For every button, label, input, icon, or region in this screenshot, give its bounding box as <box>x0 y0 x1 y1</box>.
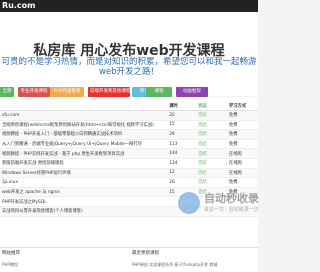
course-name[interactable]: Windows Server托管PHP运行环境 <box>0 168 168 179</box>
col-header-name <box>0 101 168 111</box>
course-status: 完结 <box>196 120 227 131</box>
table-row[interactable]: 视频教程 - PHP实例开发实战 - 基于 php 原生开发框架项目实战 144 完… <box>0 148 258 159</box>
course-lessons: 15 <box>167 120 197 131</box>
course-status: 完结 <box>196 177 227 188</box>
course-status: 完结 <box>196 168 227 179</box>
course-status: 完结 <box>196 139 227 150</box>
watermark-title: 自动秒收录 <box>204 192 259 205</box>
table-row[interactable]: 全网原创课程(wdimcms框架原创网站开发(html+css)和可视化 视频学… <box>0 120 258 131</box>
course-name[interactable]: PHP开发实战之MySQL <box>0 196 168 207</box>
course-method: 免费 <box>226 120 258 131</box>
course-name[interactable]: 实战项目从零开发简易博客(个人博客博客) <box>0 206 168 217</box>
footer-left-title: 网站推荐 <box>2 251 20 256</box>
footer-right-title: 最近更新课程 <box>132 251 159 256</box>
col-header-lessons: 课时 <box>167 101 197 111</box>
hero-section: 私房库 用心发布web开发课程 可贵的不是学习热情，而是对知识的积累，希望您可以… <box>0 12 258 97</box>
site-logo[interactable]: Ru.com <box>2 1 35 11</box>
filter-button-pro[interactable]: 专业开发课程 <box>18 87 50 97</box>
course-method: 在线购 <box>226 148 258 159</box>
col-header-status: 状态 <box>196 101 227 111</box>
course-lessons: 144 <box>167 148 197 159</box>
footer-right-link[interactable]: PHP原创 实战课程系列 基于thinkphp开发 商城 <box>132 262 217 268</box>
course-name[interactable]: web开发之 apache 与 nginx <box>0 187 168 198</box>
course-lessons: 29 <box>167 129 197 140</box>
course-name[interactable]: 全网原创课程(wdimcms框架原创网站开发(html+css)和可视化 视频学… <box>0 120 168 131</box>
course-status: 完结 <box>196 110 227 121</box>
course-lessons: 2G <box>167 177 197 188</box>
top-navbar: Ru.com <box>0 0 258 12</box>
col-header-method: 学习方式 <box>226 101 258 111</box>
filter-button-frontend[interactable]: 前端开发和其他课程 <box>88 87 130 97</box>
course-method: 免费 <box>226 177 258 188</box>
course-method: 在线购 <box>226 168 258 179</box>
course-lessons: 113 <box>167 139 197 150</box>
filter-button-all[interactable]: 全部 <box>0 87 14 97</box>
hero-subtitle: 可贵的不是学习热情，而是对知识的积累，希望您可以和我一起畅游web开发之路！ <box>1 57 257 77</box>
course-method: 在线购 <box>226 158 258 169</box>
filter-button-php-framework[interactable]: PHP开发框架 <box>50 87 84 97</box>
footer-left-link[interactable]: PHP教程 <box>2 262 18 268</box>
watermark: 自动秒收录 来访一次 · 自动收录一次 <box>178 192 259 232</box>
course-lessons: 134 <box>167 158 197 169</box>
course-status: 完结 <box>196 148 227 159</box>
table-row[interactable]: 与Linux 2G 完结 免费 <box>0 177 258 188</box>
course-method: 免费 <box>226 110 258 121</box>
watermark-subtitle: 来访一次 · 自动收录一次 <box>204 207 259 213</box>
watermark-logo-icon <box>178 192 200 214</box>
table-row[interactable]: 视频教程 - PHP开发入门 - 基础零基础小白到精通实战技术项目 29 完结 免费 <box>0 129 258 140</box>
course-method: 免费 <box>226 139 258 150</box>
filter-button-course[interactable]: 课程 <box>146 87 172 97</box>
course-status: 完结 <box>196 158 227 169</box>
course-lessons: 12 <box>167 168 197 179</box>
course-method: 免费 <box>226 129 258 140</box>
table-row[interactable]: Windows Server托管PHP运行环境 12 完结 在线购 <box>0 168 258 179</box>
course-lessons: 20 <box>167 110 197 121</box>
course-name[interactable]: 从入门到精通 - 后端专业级jQuery+jQuery UI+jQuery Mo… <box>0 139 168 150</box>
table-header-row: 课时 状态 学习方式 <box>0 101 258 111</box>
course-status: 完结 <box>196 129 227 140</box>
filter-button-animation[interactable]: 动画框架 <box>176 87 208 97</box>
table-row[interactable]: 从入门到精通 - 后端专业级jQuery+jQuery UI+jQuery Mo… <box>0 139 258 150</box>
course-name[interactable]: xfu.com <box>0 110 168 121</box>
course-name[interactable]: 视频教程 - PHP开发入门 - 基础零基础小白到精通实战技术项目 <box>0 129 168 140</box>
course-name[interactable]: 与Linux <box>0 177 168 188</box>
table-row[interactable]: 新版前端开发实战 原创前端课程 134 完结 在线购 <box>0 158 258 169</box>
course-name[interactable]: 新版前端开发实战 原创前端课程 <box>0 158 168 169</box>
course-name[interactable]: 视频教程 - PHP实例开发实战 - 基于 php 原生开发框架项目实战 <box>0 148 168 159</box>
table-row[interactable]: xfu.com 20 完结 免费 <box>0 110 258 121</box>
footer: 网站推荐 PHP教程 最近更新课程 PHP原创 实战课程系列 基于thinkph… <box>0 247 258 272</box>
